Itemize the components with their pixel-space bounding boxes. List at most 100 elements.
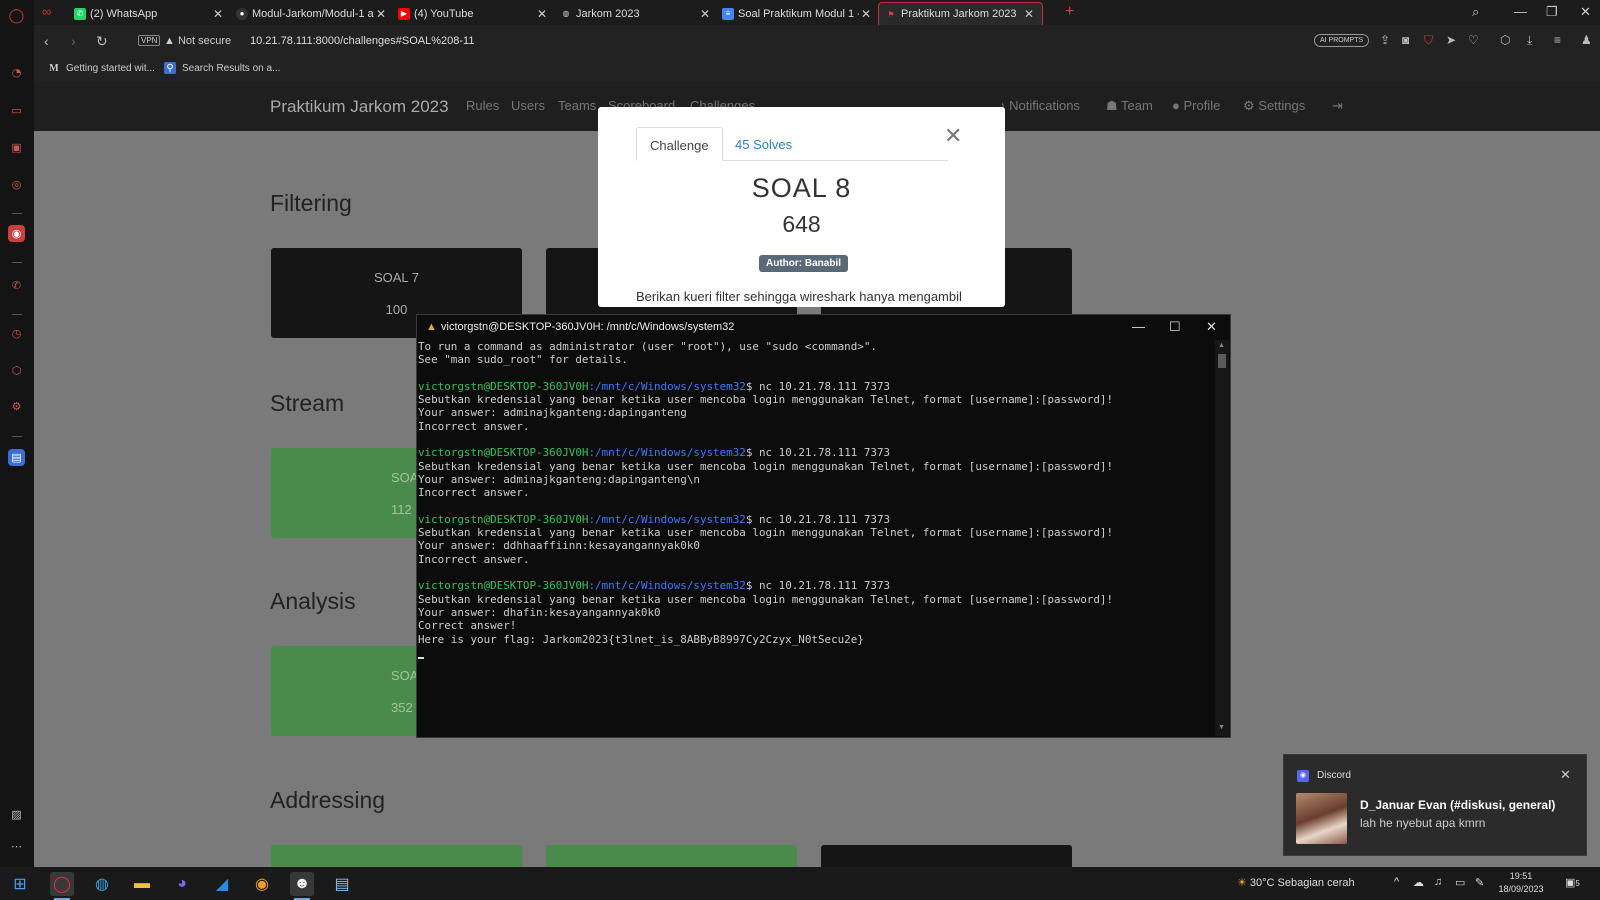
cube-icon[interactable]: ⬡ [1500,33,1510,47]
tab-menu-icon[interactable]: ∞ [42,4,51,19]
challenge-card[interactable] [821,845,1072,867]
pen-icon[interactable]: ✎ [1475,876,1484,889]
ubuntu-terminal-icon[interactable]: ☻ [290,872,314,900]
challenge-card[interactable] [271,845,522,867]
maximize-icon[interactable]: ☐ [1169,319,1181,335]
nav-profile[interactable]: ● Profile [1172,98,1220,113]
site-brand[interactable]: Praktikum Jarkom 2023 [270,97,449,117]
terminal-titlebar[interactable]: ▲ victorgstn@DESKTOP-360JV0H: /mnt/c/Win… [417,315,1230,340]
nav-teams[interactable]: Teams [558,98,596,113]
security-indicator[interactable]: ▲ Not secure [164,35,231,47]
edge-icon[interactable]: ◍ [90,872,114,896]
forward-icon[interactable]: › [71,33,76,49]
snapshot-icon[interactable]: ▨ [8,806,25,823]
back-icon[interactable]: ‹ [44,33,49,49]
onedrive-icon[interactable]: ☁ [1413,876,1424,889]
scroll-down-icon[interactable]: ▼ [1218,724,1225,731]
close-icon[interactable]: ✕ [374,7,388,21]
send-icon[interactable]: ➤ [1446,33,1456,47]
close-window-icon[interactable]: ✕ [1206,319,1217,335]
close-window-icon[interactable]: ✕ [1580,4,1591,20]
restore-icon[interactable]: ❐ [1546,4,1558,20]
tab-whatsapp[interactable]: ✆ (2) WhatsApp ✕ [68,2,231,25]
clock[interactable]: 19:51 18/09/2023 [1493,870,1549,896]
settings-icon[interactable]: ⚙ [8,398,25,415]
terminal-output[interactable]: To run a command as administrator (user … [418,340,1216,736]
network-icon[interactable]: ▭ [1455,876,1465,889]
speed-dial-icon[interactable]: ◔ [8,64,25,81]
url-field[interactable]: 10.21.78.111:8000/challenges#SOAL%208-11 [250,35,474,47]
sidebar-divider [12,314,22,315]
nav-team[interactable]: ☗ Team [1106,98,1153,114]
tab-jarkom[interactable]: ◍ Jarkom 2023 ✕ [554,2,718,25]
tab-strip: ∞ ✆ (2) WhatsApp ✕ ● Modul-Jarkom/Modul-… [34,0,1600,25]
app-icon[interactable]: ▤ [8,449,25,466]
bookmark-search-results[interactable]: ⚲ Search Results on a... [164,62,280,74]
wireshark-icon[interactable]: ◢ [210,872,234,896]
close-icon[interactable]: ✕ [859,7,873,21]
tab-solves[interactable]: 45 Solves [722,127,805,161]
twitch-icon[interactable]: ▣ [8,139,25,156]
minimize-icon[interactable]: — [1514,4,1527,19]
search-tabs-icon[interactable]: ⌕ [1472,4,1479,20]
share-icon[interactable]: ⇪ [1380,33,1390,47]
nav-rules[interactable]: Rules [466,98,499,113]
windows-start-icon[interactable]: ⊞ [8,872,32,896]
discord-taskbar-icon[interactable]: ◕ [170,872,194,896]
terminal-scrollbar[interactable]: ▲ ▼ [1215,340,1229,736]
notepad-icon[interactable]: ▤ [330,872,354,896]
tab-soal-praktikum[interactable]: ≡ Soal Praktikum Modul 1 - G ✕ [716,2,879,25]
nav-users[interactable]: Users [511,98,545,113]
tab-challenge[interactable]: Challenge [636,127,723,161]
search-results-icon: ⚲ [164,62,176,74]
notification-title: D_Januar Evan (#diskusi, general) [1360,798,1556,812]
vpn-badge[interactable]: VPN [138,35,161,46]
action-center-icon[interactable]: ▣5 [1565,876,1580,889]
modal-close-icon[interactable]: ✕ [944,123,962,149]
challenge-card[interactable] [546,845,797,867]
bookmark-getting-started[interactable]: M Getting started wit... [48,62,155,74]
camera-icon[interactable]: ◙ [1402,33,1409,47]
whatsapp-sidebar-icon[interactable]: ✆ [8,277,25,294]
tab-github[interactable]: ● Modul-Jarkom/Modul-1 at ✕ [230,2,394,25]
easy-setup-icon[interactable]: ≡ [1554,33,1561,47]
ai-icon[interactable]: ◉ [8,225,25,242]
file-explorer-icon[interactable]: ▬ [130,872,154,896]
scroll-thumb[interactable] [1218,354,1226,368]
close-icon[interactable]: ✕ [1560,767,1571,783]
download-icon[interactable]: ⤓ [1527,33,1532,48]
nav-settings[interactable]: ⚙ Settings [1243,98,1305,114]
opera-taskbar-icon[interactable]: ◯ [50,872,74,900]
cog-icon: ⚙ [1243,98,1259,113]
heart-icon[interactable]: ♡ [1468,33,1479,47]
new-tab-button[interactable]: + [1065,3,1074,21]
close-icon[interactable]: ✕ [535,7,549,21]
close-icon[interactable]: ✕ [211,7,225,21]
discord-notification[interactable]: ◉ Discord ✕ D_Januar Evan (#diskusi, gen… [1283,754,1587,856]
more-icon[interactable]: ⋯ [8,838,25,855]
logout-icon[interactable]: ⇥ [1332,98,1343,114]
extensions-icon[interactable]: ⬡ [8,362,25,379]
close-icon[interactable]: ✕ [698,7,712,21]
opera-logo-icon[interactable]: ◯ [8,7,25,24]
tray-chevron-icon[interactable]: ^ [1394,876,1399,888]
ai-prompts-button[interactable]: AI PROMPTS [1314,34,1370,47]
app-icon[interactable]: ◉ [250,872,274,896]
reload-icon[interactable]: ↻ [96,33,108,50]
close-icon[interactable]: ✕ [1022,7,1036,21]
scroll-up-icon[interactable]: ▲ [1218,342,1225,349]
nav-notifications[interactable]: ♪ Notifications [999,98,1080,113]
instagram-icon[interactable]: ◎ [8,176,25,193]
adblock-icon[interactable]: ⛉ [1424,33,1433,48]
challenge-description: Berikan kueri filter sehingga wireshark … [636,289,962,304]
shopping-icon[interactable]: ▭ [8,102,25,119]
weather-icon: ☀ [1237,877,1250,889]
weather-widget[interactable]: ☀ 30°C Sebagian cerah [1237,876,1355,889]
user-icon: ● [1172,98,1184,113]
minimize-icon[interactable]: — [1132,319,1145,334]
tab-youtube[interactable]: ▶ (4) YouTube ✕ [392,2,555,25]
tab-praktikum-jarkom[interactable]: ⚑ Praktikum Jarkom 2023 ✕ [878,2,1043,25]
history-icon[interactable]: ◷ [8,325,25,342]
account-icon[interactable]: ♟ [1581,33,1592,47]
volume-icon[interactable]: ♫ [1434,876,1442,888]
